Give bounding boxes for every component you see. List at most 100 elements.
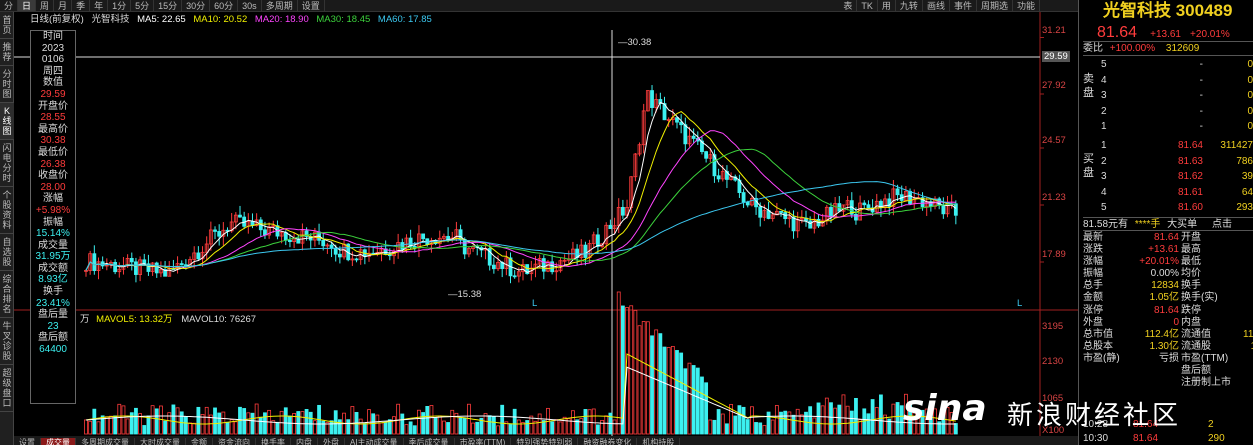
left-nav-item[interactable]: 综合排名: [0, 271, 14, 318]
order-book-row[interactable]: 2 81.63 786: [1083, 154, 1253, 170]
period-tab[interactable]: 60分: [210, 0, 239, 11]
indicator-tab[interactable]: 机构持股: [637, 438, 681, 445]
toolbar-tool-button[interactable]: 事件: [950, 0, 977, 11]
candle-body: [283, 232, 288, 241]
volume-bar: [816, 402, 821, 435]
period-tab[interactable]: 季: [72, 0, 91, 11]
mavol5-label: MAVOL5: 13.32万: [96, 314, 173, 325]
volume-bar: [475, 421, 480, 435]
period-tab[interactable]: 设置: [298, 0, 325, 11]
data-window-label: 涨幅: [43, 193, 63, 205]
left-nav-item[interactable]: 个股资料: [0, 187, 14, 234]
left-nav-item[interactable]: 首页: [0, 12, 14, 39]
candle-body: [779, 210, 783, 213]
toolbar-tool-button[interactable]: 功能: [1013, 0, 1040, 11]
volume-bar: [591, 408, 596, 435]
toolbar-tool-button[interactable]: 画线: [923, 0, 950, 11]
order-book-row[interactable]: 1 - 0: [1083, 119, 1253, 135]
indicator-tab[interactable]: 大时成交量: [135, 438, 186, 445]
period-tab[interactable]: 日: [18, 0, 37, 11]
level-volume: 0: [1247, 90, 1253, 101]
indicator-tab[interactable]: 金额: [186, 438, 213, 445]
indicator-tab[interactable]: 内盘: [291, 438, 318, 445]
volume-bar: [766, 411, 771, 435]
volume-bar: [516, 419, 521, 435]
left-nav-item[interactable]: 牛叉诊股: [0, 318, 14, 365]
period-tab[interactable]: 15分: [154, 0, 183, 11]
left-nav-item[interactable]: 超级盘口: [0, 365, 14, 412]
l-marker: L: [532, 298, 537, 309]
volume-bar: [358, 418, 363, 435]
indicator-tab[interactable]: 多周期成交量: [76, 438, 135, 445]
order-book-row[interactable]: 1 81.64 311427: [1083, 138, 1253, 154]
price-label: 17.89: [1042, 249, 1066, 260]
indicator-tab[interactable]: 设置: [14, 438, 41, 445]
volume-bar: [154, 408, 159, 435]
stat-value: 6: [1229, 256, 1253, 268]
order-book-row[interactable]: 4 81.61 64: [1083, 185, 1253, 201]
volume-bar: [171, 404, 176, 435]
volume-bar: [146, 415, 151, 435]
data-window-value: 28.00: [40, 181, 66, 193]
volume-bar: [283, 407, 288, 435]
indicator-tab[interactable]: 成交量: [41, 438, 76, 445]
toolbar-tool-button[interactable]: TK: [857, 0, 878, 11]
order-book-row[interactable]: 5 - 0: [1083, 57, 1253, 73]
period-tab[interactable]: 5分: [131, 0, 155, 11]
toolbar-tool-button[interactable]: 用: [878, 0, 896, 11]
order-book-row[interactable]: 3 81.62 39: [1083, 169, 1253, 185]
candle-body: [583, 244, 588, 258]
volume-bar: [462, 417, 467, 435]
volume-bar: [296, 411, 301, 435]
volume-bar: [837, 404, 842, 435]
period-tab[interactable]: 月: [54, 0, 73, 11]
order-book-row[interactable]: 5 81.60 293: [1083, 200, 1253, 216]
ratio-label: 委比: [1083, 43, 1103, 54]
order-book-row[interactable]: 2 - 0: [1083, 104, 1253, 120]
toolbar-tool-button[interactable]: 周期选: [977, 0, 1013, 11]
left-nav-item[interactable]: 推荐: [0, 39, 14, 66]
volume-bar: [425, 406, 430, 435]
volume-bar: [700, 376, 704, 435]
indicator-tab[interactable]: 市盈率(TTM): [455, 438, 512, 445]
click-link[interactable]: 点击: [1212, 219, 1232, 230]
indicator-tab[interactable]: 融资融券变化: [578, 438, 638, 445]
volume-bar: [512, 408, 517, 435]
indicator-tab[interactable]: 特别强势特别弱: [511, 438, 579, 445]
period-tab[interactable]: 30分: [182, 0, 211, 11]
volume-bar: [745, 419, 750, 435]
volume-bar: [183, 416, 188, 435]
left-nav-item[interactable]: K线图: [0, 103, 14, 140]
volume-bar: [824, 397, 829, 435]
period-tab[interactable]: 年: [90, 0, 109, 11]
left-nav-item[interactable]: 自选股: [0, 234, 14, 271]
indicator-tab[interactable]: AI主动成交量: [345, 438, 404, 445]
kline-chart[interactable]: —30.38 —15.38 L L: [14, 12, 1078, 436]
stat-value: +13.61: [1148, 244, 1179, 256]
left-nav-item[interactable]: 闪电分时: [0, 140, 14, 187]
period-tab[interactable]: 多周期: [262, 0, 298, 11]
stat-value: 112.4亿: [1144, 328, 1179, 340]
period-tab[interactable]: 周: [36, 0, 55, 11]
big-order-row[interactable]: 81.58元有 ****手 大买单 点击: [1083, 217, 1253, 231]
indicator-tab[interactable]: 换手率: [256, 438, 291, 445]
left-nav-item[interactable]: 分时图: [0, 66, 14, 103]
stats-row: 振幅 0.00%均价 8: [1083, 268, 1253, 280]
order-book-row[interactable]: 4 - 0: [1083, 73, 1253, 89]
order-book-row[interactable]: 3 - 0: [1083, 88, 1253, 104]
volume-bar: [770, 419, 775, 435]
indicator-tab[interactable]: 资金流向: [213, 438, 256, 445]
indicator-tab[interactable]: 外盘: [318, 438, 345, 445]
indicator-tab[interactable]: 季后成交量: [404, 438, 455, 445]
volume-bar: [891, 403, 896, 435]
toolbar-tool-button[interactable]: 九转: [896, 0, 923, 11]
volume-bar: [412, 425, 417, 435]
stats-row: 总市值 112.4亿流通值 112: [1083, 329, 1253, 341]
volume-bar: [795, 408, 800, 435]
toolbar-tool-button[interactable]: 表: [839, 0, 858, 11]
period-tab[interactable]: 30s: [238, 0, 262, 11]
volume-bar: [433, 417, 438, 435]
period-tab[interactable]: 分: [0, 0, 19, 11]
volume-bar: [304, 409, 309, 435]
period-tab[interactable]: 1分: [108, 0, 132, 11]
